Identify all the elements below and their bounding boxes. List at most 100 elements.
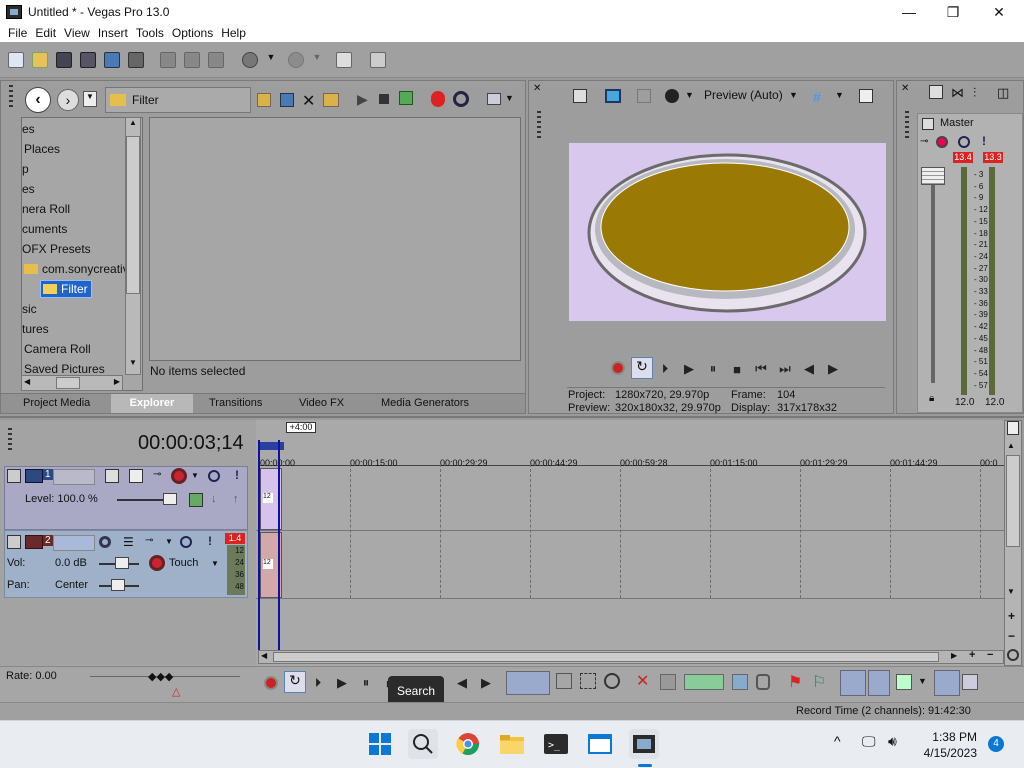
timeline-drag-handle[interactable] bbox=[8, 428, 12, 452]
overlays-dropdown-icon[interactable]: ▼ bbox=[835, 90, 844, 100]
views-dropdown-icon[interactable]: ▼ bbox=[505, 93, 514, 103]
forward-arrow-icon[interactable]: › bbox=[57, 89, 79, 111]
volume-icon[interactable]: 🔊︎ bbox=[888, 733, 897, 750]
auto-preview-icon[interactable] bbox=[399, 91, 413, 105]
track-name-field[interactable] bbox=[53, 535, 95, 551]
cursor-line[interactable] bbox=[278, 440, 280, 654]
show-hidden-icons-chevron-icon[interactable]: ^ bbox=[834, 733, 841, 749]
zoom-out-time-icon[interactable]: − bbox=[987, 649, 993, 661]
compositing-mode-icon[interactable] bbox=[105, 469, 119, 483]
record-icon[interactable] bbox=[611, 361, 625, 375]
favorites-icon[interactable] bbox=[431, 91, 445, 107]
automation-mode[interactable]: Touch bbox=[169, 557, 198, 569]
menu-tools[interactable]: Tools bbox=[136, 26, 164, 40]
insert-marker-icon[interactable]: ⚑ bbox=[788, 672, 802, 692]
video-track-header[interactable]: 1 ⊸ ▼ ! Level: 100.0 % ↓ ↑ bbox=[4, 466, 248, 530]
make-compositing-parent-icon[interactable]: ↑ bbox=[233, 493, 239, 505]
make-compositing-child-icon[interactable]: ↓ bbox=[211, 493, 217, 505]
timeline-scroll-thumb[interactable] bbox=[273, 652, 939, 662]
tree-horizontal-scrollbar[interactable]: ◀ ▶ bbox=[21, 375, 123, 391]
tab-project-media[interactable]: Project Media bbox=[23, 397, 90, 409]
start-icon[interactable] bbox=[365, 729, 395, 759]
time-ruler[interactable]: 00:00:00 00:00:15:00 00:00:29:29 00:00:4… bbox=[260, 454, 1004, 468]
zoom-in-track-icon[interactable]: + bbox=[1008, 609, 1015, 623]
loop-playback-icon[interactable]: ↻ bbox=[284, 671, 306, 693]
stop-icon[interactable]: ■ bbox=[729, 361, 745, 377]
chrome-icon[interactable] bbox=[453, 729, 483, 759]
tab-transitions[interactable]: Transitions bbox=[209, 397, 262, 409]
fx-dropdown-icon[interactable]: ▼ bbox=[165, 537, 173, 546]
vegas-taskbar-icon[interactable] bbox=[629, 729, 659, 759]
project-properties-icon[interactable] bbox=[573, 89, 587, 103]
terminal-icon[interactable]: >_ bbox=[541, 729, 571, 759]
automation-gear-icon[interactable] bbox=[149, 555, 165, 571]
ripple-mode-dropdown-icon[interactable]: ▼ bbox=[918, 676, 927, 686]
zoom-edit-tool-icon[interactable] bbox=[604, 673, 620, 689]
tree-item[interactable]: nera Roll bbox=[22, 202, 70, 216]
mute-track-icon[interactable] bbox=[180, 536, 192, 548]
scroll-left-arrow-icon[interactable]: ◀ bbox=[24, 377, 30, 386]
zoom-tool-icon[interactable] bbox=[1007, 649, 1019, 661]
timeline-area[interactable]: +4:00 00:00:00 00:00:15:00 00:00:29:29 0… bbox=[256, 420, 1004, 666]
app-window-icon[interactable] bbox=[585, 729, 615, 759]
next-frame-icon[interactable]: ▶ bbox=[825, 361, 841, 377]
tree-h-scroll-thumb[interactable] bbox=[56, 377, 80, 389]
network-icon[interactable]: 🖵︎ bbox=[862, 733, 876, 750]
clock-time[interactable]: 1:38 PM bbox=[921, 730, 977, 744]
timecode[interactable]: 00:00:03;14 bbox=[138, 432, 244, 455]
track-minimize-icon[interactable] bbox=[7, 535, 21, 549]
previous-frame-icon[interactable]: ◀ bbox=[454, 675, 470, 691]
next-frame-icon[interactable]: ▶ bbox=[478, 675, 494, 691]
overlays-icon[interactable]: # bbox=[813, 89, 827, 105]
loop-playback-icon[interactable]: ↻ bbox=[631, 357, 653, 379]
preview-drag-handle[interactable] bbox=[537, 111, 541, 141]
tab-explorer[interactable]: Explorer bbox=[111, 394, 193, 413]
save-icon[interactable] bbox=[56, 52, 72, 68]
solo-track-icon[interactable]: ! bbox=[235, 468, 239, 482]
path-box[interactable]: Filter bbox=[105, 87, 251, 113]
split-dropdown-icon[interactable]: ▼ bbox=[685, 90, 694, 100]
normal-edit-tool-icon[interactable] bbox=[506, 671, 550, 695]
tree-item[interactable]: cuments bbox=[22, 222, 67, 236]
zoom-out-track-icon[interactable]: − bbox=[1008, 629, 1015, 643]
history-dropdown-icon[interactable]: ▼ bbox=[83, 91, 97, 107]
split-screen-icon[interactable] bbox=[665, 89, 679, 103]
downmix-icon[interactable]: ⋈ bbox=[951, 85, 964, 101]
loop-start-line[interactable] bbox=[258, 440, 260, 654]
rate-reset-icon[interactable]: △ bbox=[172, 685, 180, 698]
save-as-icon[interactable] bbox=[80, 52, 96, 68]
tree-item[interactable]: es bbox=[22, 182, 35, 196]
cut-icon[interactable] bbox=[160, 52, 176, 68]
tab-media-generators[interactable]: Media Generators bbox=[381, 397, 469, 409]
minimize-button[interactable]: — bbox=[886, 0, 932, 24]
file-list[interactable] bbox=[149, 117, 521, 361]
automation-dropdown-icon[interactable]: ▼ bbox=[211, 559, 219, 568]
mixer-dim-icon[interactable]: ◫ bbox=[997, 85, 1009, 101]
back-arrow-icon[interactable]: ‹ bbox=[25, 87, 51, 113]
level-slider-thumb[interactable] bbox=[163, 493, 177, 505]
menu-help[interactable]: Help bbox=[221, 26, 246, 40]
refresh-icon[interactable] bbox=[280, 93, 294, 107]
tree-item[interactable]: es bbox=[22, 122, 35, 136]
envelope-edit-tool-icon[interactable] bbox=[556, 673, 572, 689]
menu-file[interactable]: File bbox=[8, 26, 27, 40]
track-motion-icon[interactable] bbox=[129, 469, 143, 483]
insert-region-icon[interactable]: ⚐ bbox=[812, 672, 826, 692]
solo-icon[interactable] bbox=[958, 136, 970, 148]
scroll-right-arrow-icon[interactable]: ▶ bbox=[951, 651, 957, 660]
auto-crossfade-icon[interactable] bbox=[868, 670, 890, 696]
tree-item[interactable]: p bbox=[22, 162, 29, 176]
tree-vertical-scrollbar[interactable]: ▲ ▼ bbox=[125, 117, 141, 375]
trim-start-end-icon[interactable] bbox=[684, 674, 724, 690]
mute-track-icon[interactable] bbox=[208, 470, 220, 482]
track-name-field[interactable] bbox=[53, 469, 95, 485]
delete-icon[interactable]: ✕ bbox=[302, 91, 315, 111]
file-explorer-icon[interactable] bbox=[497, 729, 527, 759]
tree-scroll-thumb[interactable] bbox=[126, 136, 140, 294]
close-button[interactable]: ✕ bbox=[976, 0, 1022, 24]
marker-flag-icon[interactable] bbox=[1007, 421, 1019, 435]
tree-item[interactable]: OFX Presets bbox=[22, 242, 91, 256]
splitter[interactable] bbox=[0, 416, 1024, 418]
views-icon[interactable] bbox=[487, 93, 501, 105]
track-fx-gear-icon[interactable] bbox=[171, 468, 187, 484]
